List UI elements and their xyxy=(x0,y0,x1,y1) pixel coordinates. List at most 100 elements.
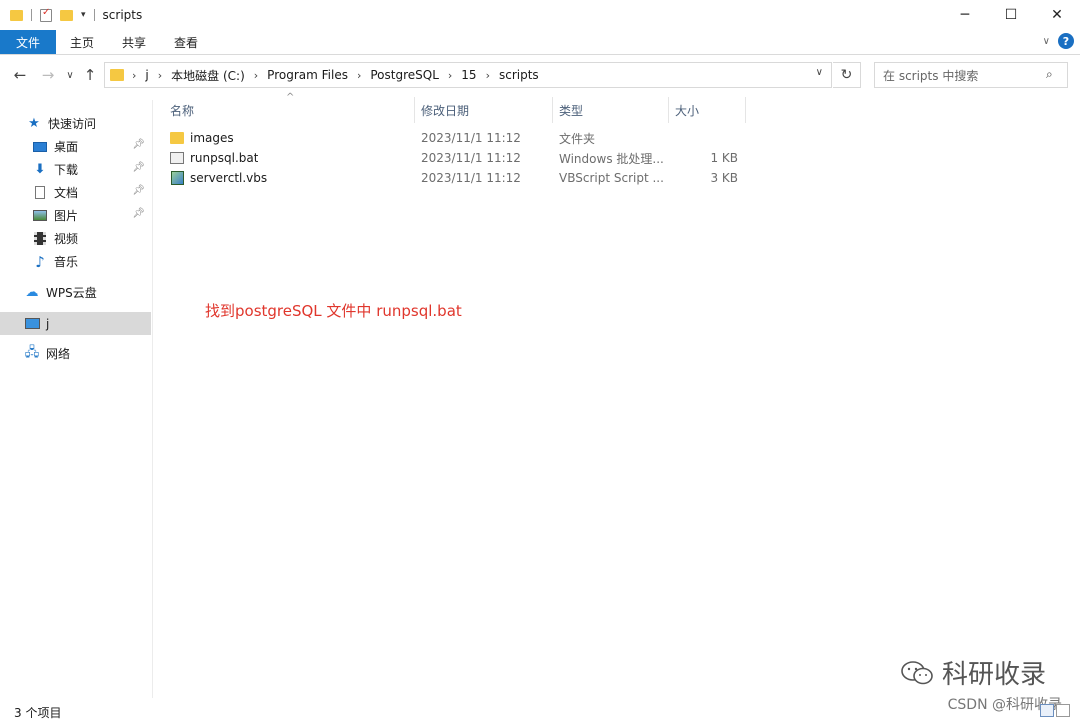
expand-ribbon-icon[interactable]: ∨ xyxy=(1043,36,1050,47)
file-date: 2023/11/1 11:12 xyxy=(421,131,521,145)
video-icon xyxy=(32,232,48,246)
search-input[interactable]: 在 scripts 中搜索 xyxy=(874,62,1068,88)
column-header-size[interactable]: 大小 xyxy=(675,97,745,123)
divider[interactable] xyxy=(552,97,553,123)
close-button[interactable]: ✕ xyxy=(1034,0,1080,30)
recent-locations-icon[interactable]: ∨ xyxy=(64,64,76,86)
file-type: 文件夹 xyxy=(559,131,596,146)
new-folder-icon[interactable] xyxy=(60,9,73,21)
search-icon[interactable]: ⌕ xyxy=(1046,67,1072,82)
address-bar[interactable]: › j › 本地磁盘 (C:) › Program Files › Postgr… xyxy=(104,62,832,88)
sidebar-item-music[interactable]: ♪ 音乐 xyxy=(0,250,151,273)
window-title: scripts xyxy=(102,8,143,22)
column-header-date[interactable]: 修改日期 xyxy=(421,97,551,123)
back-arrow-icon[interactable]: ← xyxy=(10,64,30,86)
window-controls: ─ ☐ ✕ xyxy=(942,0,1080,30)
divider xyxy=(31,9,32,21)
sidebar-item-label: WPS云盘 xyxy=(46,286,97,300)
sidebar-item-label: 视频 xyxy=(54,232,79,246)
table-row[interactable]: images 2023/11/1 11:12 文件夹 xyxy=(166,128,746,148)
table-row[interactable]: runpsql.bat 2023/11/1 11:12 Windows 批处理.… xyxy=(166,148,746,168)
navigation-bar: ← → ∨ ↑ › j › 本地磁盘 (C:) › Program Files … xyxy=(0,62,1080,88)
desktop-icon xyxy=(32,140,48,154)
refresh-button[interactable]: ↻ xyxy=(833,62,861,88)
minimize-button[interactable]: ─ xyxy=(942,0,988,30)
pin-icon[interactable]: 📌︎ xyxy=(132,162,145,173)
sidebar-item-downloads[interactable]: ⬇ 下载 📌︎ xyxy=(0,158,151,181)
sidebar-item-label: j xyxy=(46,316,50,331)
help-icon[interactable]: ? xyxy=(1058,33,1074,49)
computer-icon xyxy=(24,317,40,331)
chevron-right-icon[interactable]: › xyxy=(448,69,452,82)
divider[interactable] xyxy=(745,97,746,123)
star-icon: ★ xyxy=(28,116,40,131)
column-header-name[interactable]: 名称 xyxy=(170,97,414,123)
breadcrumb-item[interactable]: j xyxy=(145,68,148,82)
network-icon: 🖧︎ xyxy=(24,344,40,360)
properties-icon[interactable] xyxy=(40,7,52,22)
chevron-down-icon[interactable]: ∨ xyxy=(816,67,823,78)
folder-icon xyxy=(110,69,124,81)
pin-icon[interactable]: 📌︎ xyxy=(132,139,145,150)
sidebar-item-videos[interactable]: 视频 xyxy=(0,227,151,250)
folder-icon xyxy=(170,131,184,145)
item-count: 3 个项目 xyxy=(14,706,62,720)
divider[interactable] xyxy=(668,97,669,123)
chevron-right-icon[interactable]: › xyxy=(254,69,258,82)
large-icons-view-icon[interactable] xyxy=(1056,704,1070,717)
sidebar-item-this-pc[interactable]: j xyxy=(0,312,151,335)
sidebar-item-quick-access[interactable]: ★ 快速访问 xyxy=(0,112,151,135)
watermark-brand: 科研收录 xyxy=(941,660,1046,690)
maximize-button[interactable]: ☐ xyxy=(988,0,1034,30)
up-arrow-icon[interactable]: ↑ xyxy=(80,64,100,86)
vbscript-file-icon xyxy=(170,171,184,185)
sidebar-item-label: 快速访问 xyxy=(48,117,97,131)
tab-home[interactable]: 主页 xyxy=(56,30,108,54)
breadcrumb-item[interactable]: 本地磁盘 (C:) xyxy=(171,67,245,84)
sidebar-item-network[interactable]: 🖧︎ 网络 xyxy=(0,342,151,365)
quick-access-toolbar: ▾ scripts xyxy=(10,0,142,30)
breadcrumb-item[interactable]: PostgreSQL xyxy=(370,68,439,82)
view-toggle xyxy=(1040,704,1070,717)
title-bar: ▾ scripts ─ ☐ ✕ xyxy=(0,0,1080,30)
refresh-icon: ↻ xyxy=(840,67,853,83)
file-name-cell: serverctl.vbs xyxy=(170,168,267,188)
file-type: Windows 批处理... xyxy=(559,151,663,166)
table-row[interactable]: serverctl.vbs 2023/11/1 11:12 VBScript S… xyxy=(166,168,746,188)
tab-share[interactable]: 共享 xyxy=(108,30,160,54)
tab-file[interactable]: 文件 xyxy=(0,30,56,54)
divider[interactable] xyxy=(414,97,415,123)
sidebar-item-label: 下载 xyxy=(54,163,79,177)
column-header-type[interactable]: 类型 xyxy=(559,97,667,123)
download-icon: ⬇ xyxy=(34,162,46,177)
breadcrumb-item[interactable]: 15 xyxy=(461,68,476,82)
sidebar-item-documents[interactable]: 文档 📌︎ xyxy=(0,181,151,204)
details-view-icon[interactable] xyxy=(1040,704,1054,717)
chevron-right-icon[interactable]: › xyxy=(486,69,490,82)
chevron-right-icon[interactable]: › xyxy=(132,69,136,82)
sidebar-item-label: 桌面 xyxy=(54,140,79,154)
breadcrumb-item[interactable]: Program Files xyxy=(267,68,348,82)
forward-arrow-icon[interactable]: → xyxy=(38,64,58,86)
file-date: 2023/11/1 11:12 xyxy=(421,171,521,185)
chevron-right-icon[interactable]: › xyxy=(357,69,361,82)
sidebar-item-pictures[interactable]: 图片 📌︎ xyxy=(0,204,151,227)
divider xyxy=(93,9,95,21)
cloud-icon: ☁ xyxy=(25,285,39,300)
folder-icon[interactable] xyxy=(10,9,23,21)
sidebar-item-wps-cloud[interactable]: ☁ WPS云盘 xyxy=(0,281,151,304)
sidebar-item-label: 音乐 xyxy=(54,255,79,269)
file-name: images xyxy=(190,131,234,145)
pin-icon[interactable]: 📌︎ xyxy=(132,208,145,219)
tab-view[interactable]: 查看 xyxy=(160,30,212,54)
sidebar-item-desktop[interactable]: 桌面 📌︎ xyxy=(0,135,151,158)
pin-icon[interactable]: 📌︎ xyxy=(132,185,145,196)
picture-icon xyxy=(32,209,48,223)
chevron-right-icon[interactable]: › xyxy=(158,69,162,82)
breadcrumb-item[interactable]: scripts xyxy=(499,68,539,82)
customize-dropdown-icon[interactable]: ▾ xyxy=(81,10,86,20)
watermark: 科研收录 xyxy=(900,654,1046,691)
file-size xyxy=(676,128,738,148)
ribbon-tabs: 文件 主页 共享 查看 ∨ ? xyxy=(0,30,1080,54)
file-date: 2023/11/1 11:12 xyxy=(421,151,521,165)
